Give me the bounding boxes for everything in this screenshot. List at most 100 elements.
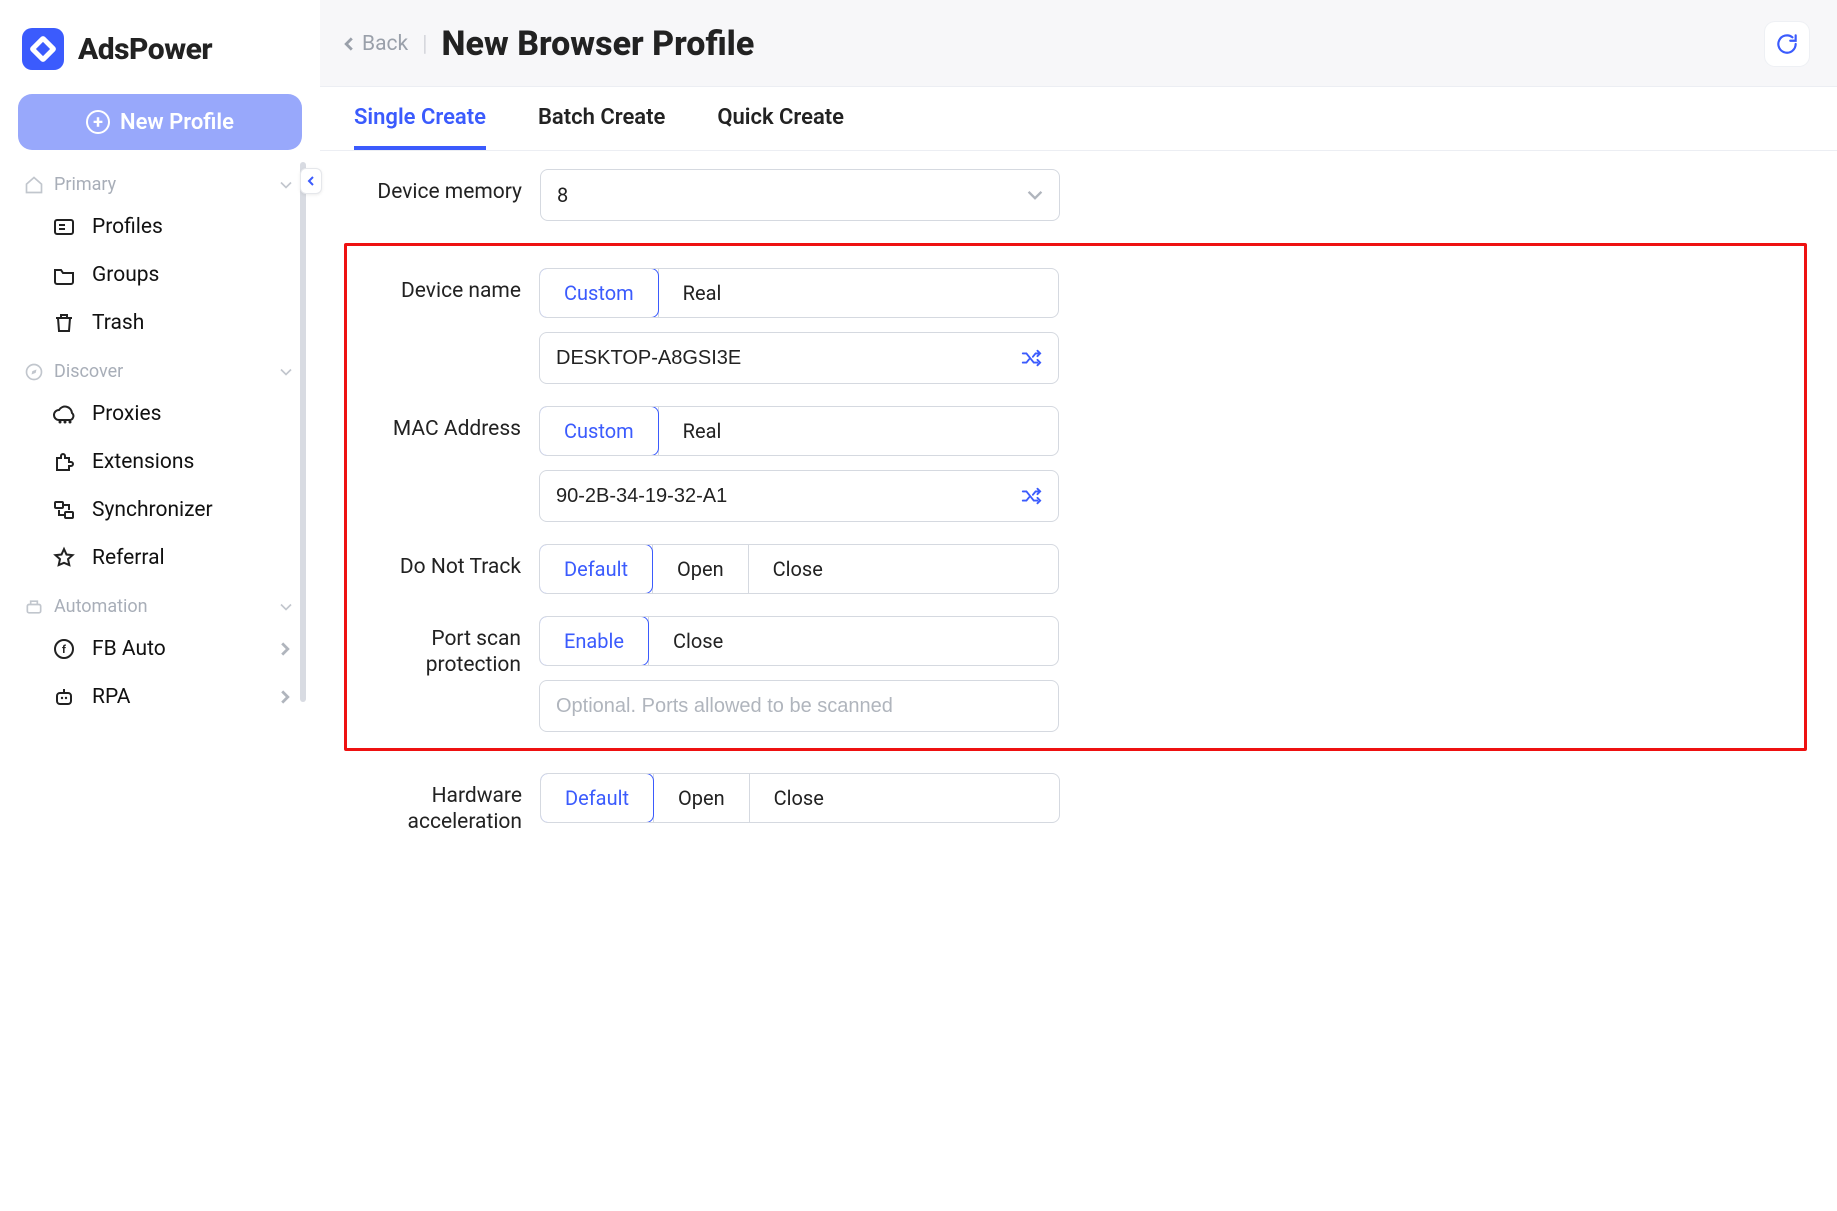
seg-hw-open[interactable]: Open: [653, 774, 749, 822]
label-hardware-accel: Hardware acceleration: [350, 773, 540, 836]
seg-device-name-custom[interactable]: Custom: [539, 268, 659, 318]
label-mac-address: MAC Address: [349, 406, 539, 442]
sidebar-item-label: Trash: [92, 311, 144, 335]
chevron-down-icon: [276, 175, 296, 195]
divider: |: [422, 32, 427, 57]
seg-mac-real[interactable]: Real: [658, 407, 746, 455]
shuffle-mac-button[interactable]: [1020, 485, 1042, 507]
sidebar-item-label: RPA: [92, 685, 130, 709]
sidebar-item-label: Profiles: [92, 215, 163, 239]
row-device-name: Device name Custom Real: [349, 268, 1788, 384]
shuffle-icon: [1020, 485, 1042, 507]
label-port-scan: Port scan protection: [349, 616, 539, 679]
app-logo-icon: [22, 28, 64, 70]
sidebar-item-label: Extensions: [92, 450, 194, 474]
sidebar-item-referral[interactable]: Referral: [18, 534, 302, 582]
device-name-field[interactable]: [556, 347, 1020, 370]
row-do-not-track: Do Not Track Default Open Close: [349, 544, 1788, 594]
label-device-name: Device name: [349, 268, 539, 304]
seg-port-close[interactable]: Close: [648, 617, 747, 665]
sidebar-item-profiles[interactable]: Profiles: [18, 203, 302, 251]
form-area: Device memory 8 Device name Custom: [320, 151, 1837, 888]
row-device-memory: Device memory 8: [350, 169, 1807, 221]
seg-hw-close[interactable]: Close: [749, 774, 848, 822]
seg-port-enable[interactable]: Enable: [539, 616, 649, 666]
select-value: 8: [557, 183, 568, 207]
sidebar-item-rpa[interactable]: RPA: [18, 673, 302, 721]
shuffle-icon: [1020, 347, 1042, 369]
sidebar-item-proxies[interactable]: Proxies: [18, 390, 302, 438]
chevron-right-icon: [278, 690, 292, 704]
seg-dnt-close[interactable]: Close: [748, 545, 847, 593]
sidebar-item-label: Synchronizer: [92, 498, 213, 522]
section-header-discover[interactable]: Discover: [18, 347, 302, 390]
app-name: AdsPower: [78, 32, 212, 67]
section-title: Automation: [54, 596, 148, 617]
row-hardware-accel: Hardware acceleration Default Open Close: [350, 773, 1807, 836]
compass-icon: [24, 362, 44, 382]
profiles-icon: [52, 215, 76, 239]
select-device-memory[interactable]: 8: [540, 169, 1060, 221]
chevron-left-icon: [342, 37, 356, 51]
tab-single-create[interactable]: Single Create: [354, 105, 486, 150]
seg-hw-default[interactable]: Default: [540, 773, 654, 823]
sidebar-item-fb-auto[interactable]: f FB Auto: [18, 625, 302, 673]
sidebar-item-label: Proxies: [92, 402, 161, 426]
card: Single Create Batch Create Quick Create …: [320, 86, 1837, 1211]
chevron-down-icon: [276, 362, 296, 382]
port-scan-field[interactable]: [556, 695, 1042, 718]
sidebar-collapse-button[interactable]: [300, 168, 322, 194]
tab-quick-create[interactable]: Quick Create: [717, 105, 844, 150]
sidebar-scrollbar[interactable]: [300, 162, 306, 702]
folder-icon: [52, 263, 76, 287]
puzzle-icon: [52, 450, 76, 474]
section-title: Primary: [54, 174, 116, 195]
sidebar-item-label: Groups: [92, 263, 159, 287]
header-bar: Back | New Browser Profile: [320, 0, 1837, 86]
robot-icon: [52, 685, 76, 709]
home-icon: [24, 175, 44, 195]
section-title: Discover: [54, 361, 123, 382]
seg-device-name-real[interactable]: Real: [658, 269, 746, 317]
sidebar-item-label: FB Auto: [92, 637, 166, 661]
segmented-mac-address: Custom Real: [539, 406, 1059, 456]
fb-auto-icon: f: [52, 637, 76, 661]
row-port-scan: Port scan protection Enable Close: [349, 616, 1788, 732]
seg-mac-custom[interactable]: Custom: [539, 406, 659, 456]
segmented-port-scan: Enable Close: [539, 616, 1059, 666]
row-mac-address: MAC Address Custom Real: [349, 406, 1788, 522]
input-port-scan[interactable]: [539, 680, 1059, 732]
segmented-hardware-accel: Default Open Close: [540, 773, 1060, 823]
back-label: Back: [362, 32, 408, 56]
label-device-memory: Device memory: [350, 169, 540, 205]
label-do-not-track: Do Not Track: [349, 544, 539, 580]
sidebar-item-extensions[interactable]: Extensions: [18, 438, 302, 486]
plus-icon: +: [86, 110, 110, 134]
chevron-down-icon: [1027, 187, 1043, 203]
chevron-left-icon: [306, 176, 316, 186]
proxies-icon: [52, 402, 76, 426]
sidebar-item-synchronizer[interactable]: Synchronizer: [18, 486, 302, 534]
seg-dnt-open[interactable]: Open: [652, 545, 748, 593]
back-button[interactable]: Back: [342, 32, 408, 56]
sidebar-item-trash[interactable]: Trash: [18, 299, 302, 347]
highlight-box: Device name Custom Real: [344, 243, 1807, 751]
segmented-do-not-track: Default Open Close: [539, 544, 1059, 594]
input-mac-address[interactable]: [539, 470, 1059, 522]
sync-button[interactable]: [1765, 22, 1809, 66]
section-header-primary[interactable]: Primary: [18, 160, 302, 203]
mac-address-field[interactable]: [556, 485, 1020, 508]
svg-text:f: f: [62, 643, 66, 656]
star-icon: [52, 546, 76, 570]
chevron-down-icon: [276, 597, 296, 617]
chevron-right-icon: [278, 642, 292, 656]
logo: AdsPower: [22, 28, 298, 70]
new-profile-button[interactable]: + New Profile: [18, 94, 302, 150]
automation-icon: [24, 597, 44, 617]
sidebar-item-groups[interactable]: Groups: [18, 251, 302, 299]
section-header-automation[interactable]: Automation: [18, 582, 302, 625]
input-device-name[interactable]: [539, 332, 1059, 384]
tab-batch-create[interactable]: Batch Create: [538, 105, 665, 150]
shuffle-device-name-button[interactable]: [1020, 347, 1042, 369]
seg-dnt-default[interactable]: Default: [539, 544, 653, 594]
